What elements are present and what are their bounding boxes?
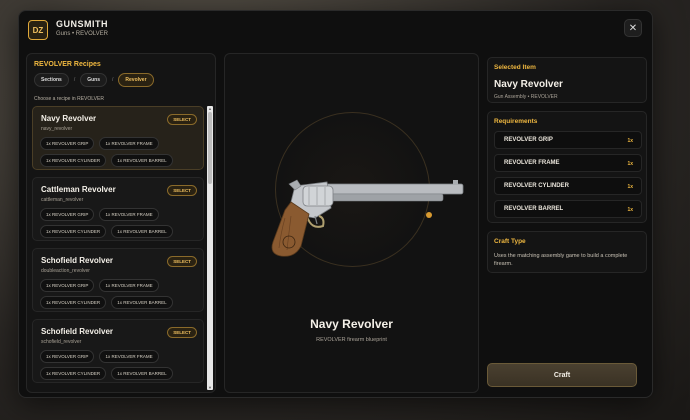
recipe-name: Cattleman Revolver [41,185,116,194]
requirement-row: REVOLVER BARREL 1x [494,200,642,218]
breadcrumb: Sections / Guns / Revolver [34,73,154,87]
select-button[interactable]: SELECT [167,256,197,267]
craft-type-label: Craft Type [494,238,526,245]
choose-hint: Choose a recipe in REVOLVER [34,96,104,102]
part-chips: 1x REVOLVER GRIP 1x REVOLVER FRAME 1x RE… [40,137,200,167]
requirement-name: REVOLVER CYLINDER [504,183,569,189]
requirement-qty: 1x [627,207,633,213]
crumb-sections[interactable]: Sections [34,73,69,87]
recipe-name: Schofield Revolver [41,256,114,265]
recipes-panel: REVOLVER Recipes Sections / Guns / Revol… [26,53,216,393]
select-button[interactable]: SELECT [167,114,197,125]
craft-type-box: Craft Type Uses the matching assembly ga… [487,231,647,273]
crumb-separator: / [73,77,76,83]
recipe-id: navy_revolver [41,126,73,132]
part-chip: 1x REVOLVER BARREL [111,367,173,380]
part-chips: 1x REVOLVER GRIP 1x REVOLVER FRAME 1x RE… [40,208,200,238]
selected-item-name: Navy Revolver [494,79,563,90]
part-chip: 1x REVOLVER CYLINDER [40,296,107,309]
modal-header: DZ GUNSMITH Guns • REVOLVER ✕ [19,11,652,47]
select-button[interactable]: SELECT [167,185,197,196]
part-chips: 1x REVOLVER GRIP 1x REVOLVER FRAME 1x RE… [40,279,200,309]
header-breadcrumb: Guns • REVOLVER [56,31,109,37]
part-chip: 1x REVOLVER GRIP [40,350,95,363]
recipe-card[interactable]: Cattleman Revolver cattleman_revolver SE… [32,177,204,241]
part-chip: 1x REVOLVER GRIP [40,208,95,221]
recipe-id: schofield_revolver [41,339,82,345]
requirement-row: REVOLVER GRIP 1x [494,131,642,149]
recipe-name: Schofield Revolver [41,327,114,336]
selected-item-box: Selected Item Navy Revolver Gun Assembly… [487,57,647,103]
part-chips: 1x REVOLVER GRIP 1x REVOLVER FRAME 1x RE… [40,350,200,380]
part-chip: 1x REVOLVER CYLINDER [40,154,107,167]
preview-panel: Navy Revolver REVOLVER firearm blueprint [224,53,479,393]
requirement-qty: 1x [627,161,633,167]
selected-item-label: Selected Item [494,64,536,71]
recipe-name: Navy Revolver [41,114,97,123]
gunsmith-modal: DZ GUNSMITH Guns • REVOLVER ✕ REVOLVER R… [18,10,653,398]
requirements-box: Requirements REVOLVER GRIP 1x REVOLVER F… [487,111,647,223]
requirements-label: Requirements [494,118,538,125]
scroll-down-icon[interactable]: ▼ [207,385,213,390]
crumb-revolver[interactable]: Revolver [118,73,154,87]
requirement-row: REVOLVER FRAME 1x [494,154,642,172]
preview-item-name: Navy Revolver [310,317,393,331]
app-logo: DZ [28,20,48,40]
part-chip: 1x REVOLVER CYLINDER [40,225,107,238]
revolver-image [271,179,464,257]
part-chip: 1x REVOLVER BARREL [111,225,173,238]
requirement-name: REVOLVER BARREL [504,206,564,212]
part-chip: 1x REVOLVER BARREL [111,296,173,309]
requirement-name: REVOLVER GRIP [504,137,553,143]
recipes-title: REVOLVER Recipes [34,61,101,68]
requirement-name: REVOLVER FRAME [504,160,560,166]
recipe-scrollbar[interactable]: ▲ ▼ [207,106,213,390]
recipe-list: Navy Revolver navy_revolver SELECT 1x RE… [32,106,204,390]
crumb-separator: / [112,77,114,83]
part-chip: 1x REVOLVER GRIP [40,137,95,150]
requirement-qty: 1x [627,184,633,190]
select-button[interactable]: SELECT [167,327,197,338]
close-button[interactable]: ✕ [624,19,642,37]
requirement-qty: 1x [627,138,633,144]
selected-item-sub: Gun Assembly • REVOLVER [494,94,558,100]
details-panel: Selected Item Navy Revolver Gun Assembly… [487,53,647,393]
scroll-thumb[interactable] [208,112,212,184]
part-chip: 1x REVOLVER FRAME [99,208,159,221]
part-chip: 1x REVOLVER CYLINDER [40,367,107,380]
recipe-id: cattleman_revolver [41,197,84,203]
scroll-up-icon[interactable]: ▲ [207,106,213,111]
recipe-id: doubleaction_revolver [41,268,90,274]
craft-type-description: Uses the matching assembly game to build… [494,253,628,267]
crumb-guns[interactable]: Guns [80,73,108,87]
close-icon: ✕ [628,22,638,34]
part-chip: 1x REVOLVER FRAME [99,350,159,363]
app-title: GUNSMITH [56,19,108,29]
recipe-card[interactable]: Schofield Revolver doubleaction_revolver… [32,248,204,312]
preview-item-subtitle: REVOLVER firearm blueprint [316,337,387,343]
part-chip: 1x REVOLVER GRIP [40,279,95,292]
recipe-card[interactable]: Navy Revolver navy_revolver SELECT 1x RE… [32,106,204,170]
recipe-card[interactable]: Schofield Revolver schofield_revolver SE… [32,319,204,383]
part-chip: 1x REVOLVER FRAME [99,279,159,292]
part-chip: 1x REVOLVER BARREL [111,154,173,167]
part-chip: 1x REVOLVER FRAME [99,137,159,150]
requirement-row: REVOLVER CYLINDER 1x [494,177,642,195]
craft-button[interactable]: Craft [487,363,637,387]
